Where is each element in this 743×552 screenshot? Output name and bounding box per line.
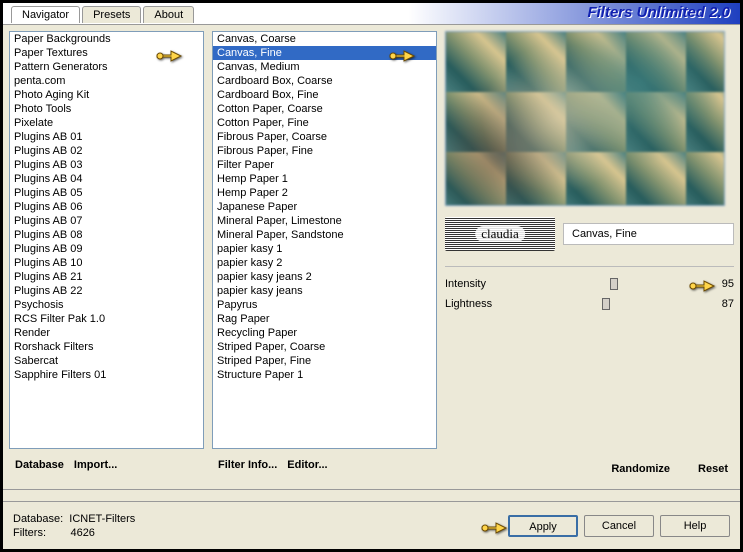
list-item[interactable]: Structure Paper 1 (213, 368, 436, 382)
filters-value: 4626 (70, 527, 94, 539)
tab-presets[interactable]: Presets (82, 6, 141, 23)
list-item[interactable]: RCS Filter Pak 1.0 (10, 312, 203, 326)
list-item[interactable]: Paper Backgrounds (10, 32, 203, 46)
slider-intensity: Intensity 95 (445, 277, 734, 291)
list-item[interactable]: Canvas, Fine (213, 46, 436, 60)
list-item[interactable]: Striped Paper, Coarse (213, 340, 436, 354)
list-item[interactable]: Sabercat (10, 354, 203, 368)
list-item[interactable]: Cardboard Box, Coarse (213, 74, 436, 88)
list-item[interactable]: Rag Paper (213, 312, 436, 326)
footer-info: Database: ICNET-Filters Filters: 4626 (13, 512, 135, 540)
slider-label: Lightness (445, 298, 505, 310)
preview-column: Canvas, Fine Intensity 95 Lightness 87 Rand… (445, 31, 734, 479)
filterinfo-button[interactable]: Filter Info... (216, 455, 279, 475)
slider-track[interactable] (511, 297, 708, 311)
list-item[interactable]: Plugins AB 22 (10, 284, 203, 298)
list-item[interactable]: Fibrous Paper, Fine (213, 144, 436, 158)
col1-buttons: Database Import... (9, 455, 204, 475)
preview-image (445, 31, 725, 206)
list-item[interactable]: Striped Paper, Fine (213, 354, 436, 368)
filter-column: Canvas, CoarseCanvas, FineCanvas, Medium… (212, 31, 437, 479)
randomize-button[interactable]: Randomize (609, 459, 672, 479)
slider-thumb[interactable] (602, 298, 610, 310)
preview-bottom-buttons: Randomize Reset (445, 453, 734, 479)
tab-navigator[interactable]: Navigator (11, 6, 80, 23)
current-filter-name: Canvas, Fine (563, 223, 734, 245)
db-value: ICNET-Filters (69, 513, 135, 525)
list-item[interactable]: Canvas, Coarse (213, 32, 436, 46)
tabstrip: NavigatorPresetsAbout (11, 6, 196, 23)
list-item[interactable]: Plugins AB 03 (10, 158, 203, 172)
list-item[interactable]: Plugins AB 02 (10, 144, 203, 158)
list-item[interactable]: Pixelate (10, 116, 203, 130)
list-item[interactable]: papier kasy jeans 2 (213, 270, 436, 284)
list-item[interactable]: Paper Textures (10, 46, 203, 60)
list-item[interactable]: papier kasy 2 (213, 256, 436, 270)
slider-thumb[interactable] (610, 278, 618, 290)
filtername-row: Canvas, Fine (445, 216, 734, 252)
list-item[interactable]: Mineral Paper, Limestone (213, 214, 436, 228)
db-label: Database: (13, 513, 63, 525)
sliders-panel: Intensity 95 Lightness 87 (445, 266, 734, 317)
category-column: Paper BackgroundsPaper TexturesPattern G… (9, 31, 204, 479)
list-item[interactable]: Plugins AB 10 (10, 256, 203, 270)
list-item[interactable]: Photo Aging Kit (10, 88, 203, 102)
list-item[interactable]: Plugins AB 05 (10, 186, 203, 200)
footer-buttons: Apply Cancel Help (508, 515, 730, 537)
list-item[interactable]: Hemp Paper 2 (213, 186, 436, 200)
list-item[interactable]: Plugins AB 04 (10, 172, 203, 186)
col2-buttons: Filter Info... Editor... (212, 455, 437, 475)
list-item[interactable]: Mineral Paper, Sandstone (213, 228, 436, 242)
list-item[interactable]: Plugins AB 08 (10, 228, 203, 242)
list-item[interactable]: Psychosis (10, 298, 203, 312)
list-item[interactable]: Papyrus (213, 298, 436, 312)
slider-track[interactable] (511, 277, 708, 291)
pointer-hand-icon (480, 517, 508, 537)
list-item[interactable]: Pattern Generators (10, 60, 203, 74)
slider-lightness: Lightness 87 (445, 297, 734, 311)
list-item[interactable]: Cotton Paper, Fine (213, 116, 436, 130)
filter-list[interactable]: Canvas, CoarseCanvas, FineCanvas, Medium… (212, 31, 437, 449)
list-item[interactable]: Plugins AB 06 (10, 200, 203, 214)
editor-button[interactable]: Editor... (285, 455, 329, 475)
slider-label: Intensity (445, 278, 505, 290)
filters-label: Filters: (13, 527, 46, 539)
list-item[interactable]: papier kasy 1 (213, 242, 436, 256)
watermark-badge (445, 217, 555, 251)
help-button[interactable]: Help (660, 515, 730, 537)
divider (3, 489, 740, 490)
list-item[interactable]: Canvas, Medium (213, 60, 436, 74)
apply-button[interactable]: Apply (508, 515, 578, 537)
list-item[interactable]: Fibrous Paper, Coarse (213, 130, 436, 144)
list-item[interactable]: Cardboard Box, Fine (213, 88, 436, 102)
list-item[interactable]: Sapphire Filters 01 (10, 368, 203, 382)
app-window: NavigatorPresetsAbout Filters Unlimited … (2, 2, 741, 550)
list-item[interactable]: Japanese Paper (213, 200, 436, 214)
list-item[interactable]: Photo Tools (10, 102, 203, 116)
list-item[interactable]: Plugins AB 07 (10, 214, 203, 228)
app-title: Filters Unlimited 2.0 (587, 4, 730, 21)
category-list[interactable]: Paper BackgroundsPaper TexturesPattern G… (9, 31, 204, 449)
list-item[interactable]: Hemp Paper 1 (213, 172, 436, 186)
list-item[interactable]: Plugins AB 01 (10, 130, 203, 144)
list-item[interactable]: Rorshack Filters (10, 340, 203, 354)
slider-value: 95 (714, 278, 734, 290)
footer: Database: ICNET-Filters Filters: 4626 Ap… (3, 501, 740, 549)
slider-value: 87 (714, 298, 734, 310)
cancel-button[interactable]: Cancel (584, 515, 654, 537)
list-item[interactable]: Plugins AB 21 (10, 270, 203, 284)
topbar: NavigatorPresetsAbout Filters Unlimited … (3, 3, 740, 25)
list-item[interactable]: Recycling Paper (213, 326, 436, 340)
list-item[interactable]: Plugins AB 09 (10, 242, 203, 256)
list-item[interactable]: Cotton Paper, Coarse (213, 102, 436, 116)
import-button[interactable]: Import... (72, 455, 119, 475)
list-item[interactable]: Render (10, 326, 203, 340)
list-item[interactable]: penta.com (10, 74, 203, 88)
content: Paper BackgroundsPaper TexturesPattern G… (3, 25, 740, 485)
database-button[interactable]: Database (13, 455, 66, 475)
reset-button[interactable]: Reset (696, 459, 730, 479)
list-item[interactable]: Filter Paper (213, 158, 436, 172)
list-item[interactable]: papier kasy jeans (213, 284, 436, 298)
tab-about[interactable]: About (143, 6, 194, 23)
